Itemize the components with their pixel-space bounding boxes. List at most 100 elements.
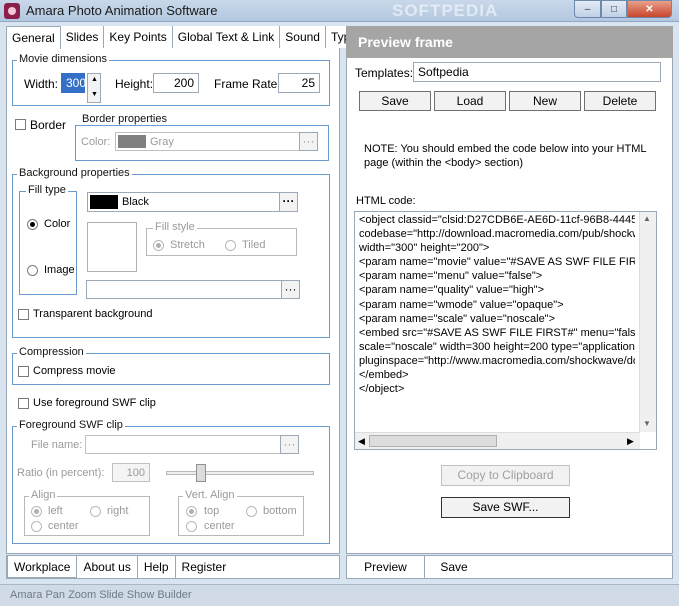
code-line: <param name="menu" value="false"> [359, 270, 543, 283]
templates-label: Templates: [355, 66, 414, 80]
code-horizontal-scrollbar[interactable]: ◀ ▶ [355, 432, 640, 449]
valign-bottom-radio[interactable] [246, 506, 257, 517]
width-input[interactable]: 300 [61, 73, 86, 93]
code-line: scale="noscale" width=300 height=200 typ… [359, 340, 635, 353]
framerate-input[interactable]: 25 [278, 73, 320, 93]
status-bar: Amara Pan Zoom Slide Show Builder [0, 584, 679, 606]
template-save-button[interactable]: Save [359, 91, 431, 111]
ratio-label: Ratio (in percent): [17, 467, 105, 479]
valign-bottom-label: bottom [263, 505, 297, 517]
tab-global-text-link[interactable]: Global Text & Link [172, 26, 281, 48]
window-title: Amara Photo Animation Software [26, 3, 218, 18]
file-name-label: File name: [31, 439, 83, 451]
fill-image-label: Image [44, 264, 75, 276]
movie-dimensions-legend: Movie dimensions [17, 53, 110, 65]
border-checkbox[interactable] [15, 119, 26, 130]
right-bottom-tabs: Preview Save [346, 555, 673, 579]
foreground-file-browse-button[interactable]: ··· [280, 435, 299, 454]
code-line: <param name="quality" value="high"> [359, 284, 545, 297]
embed-note: NOTE: You should embed the code below in… [364, 143, 647, 169]
image-preview [87, 222, 137, 272]
template-load-button[interactable]: Load [434, 91, 506, 111]
compress-movie-label: Compress movie [33, 365, 116, 377]
height-label: Height: [115, 77, 154, 91]
transparent-background-checkbox[interactable] [18, 309, 29, 320]
scroll-left-icon[interactable]: ◀ [358, 436, 365, 447]
scroll-right-icon[interactable]: ▶ [627, 436, 634, 447]
fill-color-label: Color [44, 218, 71, 230]
background-image-path[interactable] [86, 280, 282, 299]
compress-movie-checkbox[interactable] [18, 366, 29, 377]
code-line: width="300" height="200"> [359, 242, 490, 255]
valign-top-label: top [204, 505, 220, 517]
border-color-more-button[interactable]: ··· [299, 132, 318, 151]
tab-about-us[interactable]: About us [77, 556, 138, 578]
stretch-radio[interactable] [153, 240, 164, 251]
foreground-file-input[interactable] [85, 435, 281, 454]
border-label: Border [30, 118, 67, 132]
valign-center-label: center [204, 520, 235, 532]
maximize-button[interactable]: □ [601, 0, 627, 18]
align-center-radio[interactable] [31, 521, 42, 532]
tiled-radio[interactable] [225, 240, 236, 251]
spin-down-icon[interactable]: ▼ [91, 91, 98, 98]
code-line: <param name="scale" value="noscale"> [359, 312, 556, 325]
tab-workplace[interactable]: Workplace [7, 556, 78, 578]
align-group [24, 496, 150, 536]
width-spinner[interactable]: ▲ ▼ [87, 73, 101, 103]
valign-center-radio[interactable] [186, 521, 197, 532]
border-properties-legend: Border properties [80, 113, 169, 125]
foreground-legend: Foreground SWF clip [17, 419, 125, 431]
save-swf-button[interactable]: Save SWF... [441, 497, 570, 518]
left-bottom-tabs: Workplace About us Help Register [6, 555, 340, 579]
background-color-more-button[interactable]: ··· [279, 192, 298, 212]
use-foreground-checkbox[interactable] [18, 398, 29, 409]
fill-type-legend: Fill type [26, 184, 68, 196]
border-color-swatch [118, 135, 146, 148]
tab-save[interactable]: Save [425, 556, 483, 578]
code-vertical-scrollbar[interactable]: ▲ ▼ [639, 212, 656, 432]
transparent-background-label: Transparent background [33, 308, 153, 320]
copy-to-clipboard-button[interactable]: Copy to Clipboard [441, 465, 570, 486]
background-color-picker[interactable]: Black [87, 192, 280, 212]
settings-tabs: General Slides Key Points Global Text & … [6, 26, 362, 49]
align-left-label: left [48, 505, 63, 517]
template-new-button[interactable]: New [509, 91, 581, 111]
html-code-label: HTML code: [356, 195, 416, 207]
code-line: </object> [359, 383, 405, 396]
templates-input[interactable]: Softpedia [413, 62, 661, 82]
valign-top-radio[interactable] [186, 506, 197, 517]
scroll-down-icon[interactable]: ▼ [643, 419, 651, 428]
code-line: <param name="movie" value="#SAVE AS SWF … [359, 256, 635, 269]
ratio-slider-track[interactable] [166, 471, 314, 475]
watermark: SOFTPEDIA [392, 1, 499, 20]
tab-register[interactable]: Register [176, 556, 233, 578]
border-color-picker[interactable]: Gray [115, 132, 300, 151]
scroll-up-icon[interactable]: ▲ [643, 214, 651, 223]
scroll-thumb[interactable] [369, 435, 497, 447]
ratio-input[interactable]: 100 [112, 463, 150, 482]
tab-general[interactable]: General [6, 26, 61, 49]
spin-up-icon[interactable]: ▲ [91, 76, 98, 83]
align-legend: Align [29, 489, 58, 501]
align-left-radio[interactable] [31, 506, 42, 517]
use-foreground-label: Use foreground SWF clip [33, 397, 156, 409]
minimize-button[interactable]: – [574, 0, 601, 18]
tab-slides[interactable]: Slides [60, 26, 105, 48]
html-code-textarea[interactable]: <object classid="clsid:D27CDB6E-AE6D-11c… [354, 211, 657, 450]
tab-sound[interactable]: Sound [280, 26, 326, 48]
background-color-name: Black [122, 196, 149, 208]
ratio-slider-thumb[interactable] [196, 464, 207, 482]
stretch-label: Stretch [170, 239, 205, 251]
template-delete-button[interactable]: Delete [584, 91, 656, 111]
close-button[interactable]: ✕ [627, 0, 672, 18]
fill-color-radio[interactable] [27, 219, 38, 230]
background-image-browse-button[interactable]: ··· [281, 280, 300, 299]
height-input[interactable]: 200 [153, 73, 199, 93]
tab-preview[interactable]: Preview [347, 556, 425, 578]
tab-key-points[interactable]: Key Points [104, 26, 173, 48]
tab-help[interactable]: Help [138, 556, 176, 578]
align-right-radio[interactable] [90, 506, 101, 517]
fill-image-radio[interactable] [27, 265, 38, 276]
compression-legend: Compression [17, 346, 86, 358]
